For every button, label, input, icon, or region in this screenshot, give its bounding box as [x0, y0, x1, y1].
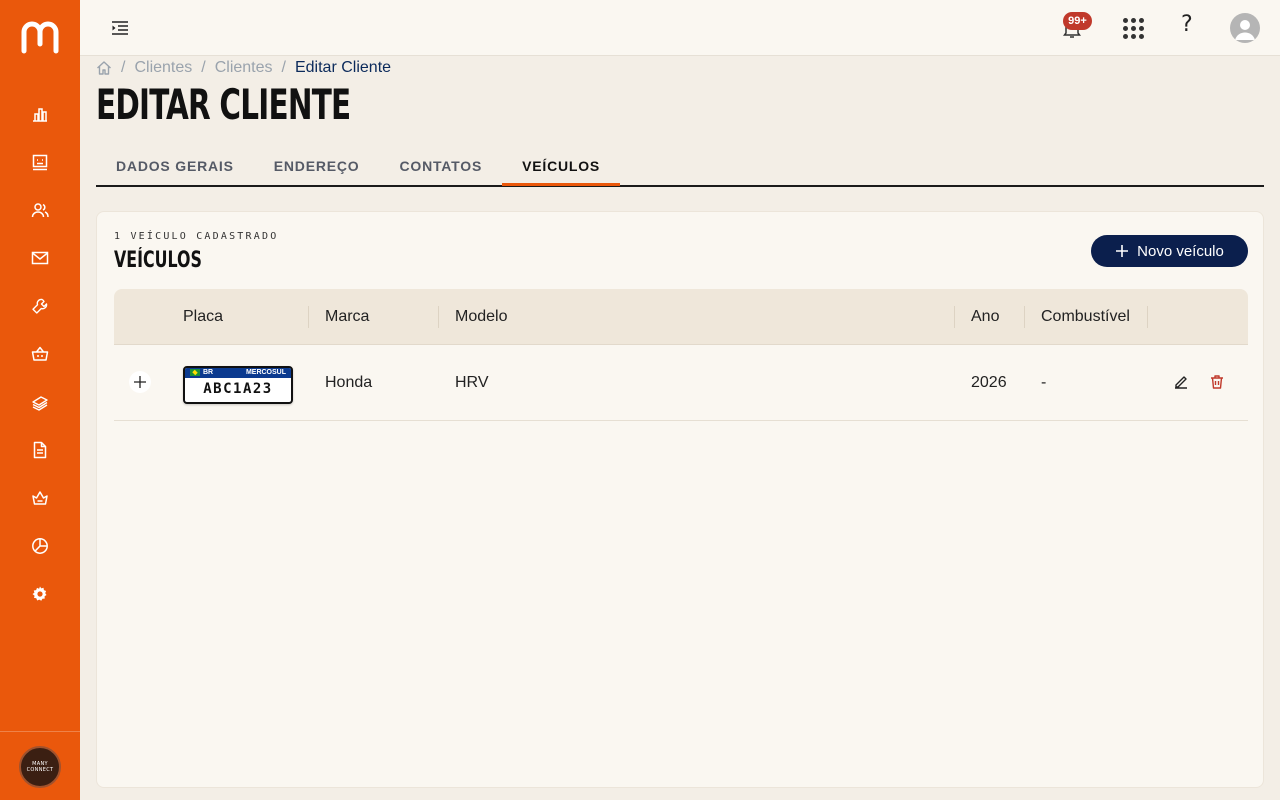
plate-region: MERCOSUL [245, 369, 286, 376]
apps-grid-dot [1131, 26, 1136, 31]
tab-dados-gerais[interactable]: DADOS GERAIS [96, 146, 254, 185]
notification-count-badge: 99+ [1063, 12, 1092, 30]
tab-endereco[interactable]: ENDEREÇO [254, 146, 380, 185]
apps-grid-dot [1139, 26, 1144, 31]
chart-bar-icon [33, 108, 47, 122]
apps-grid-dot [1123, 18, 1128, 23]
wrench-icon [32, 298, 48, 314]
sidebar-item-dashboard[interactable] [28, 102, 52, 126]
logo-m-icon [21, 21, 59, 54]
breadcrumb-separator: / [281, 59, 286, 76]
sidebar-item-board[interactable] [28, 150, 52, 174]
tab-veiculos[interactable]: VEÍCULOS [502, 146, 621, 186]
question-mark-icon: ? [1181, 12, 1193, 37]
app-logo[interactable] [20, 18, 60, 54]
trash-icon [1211, 375, 1223, 389]
column-header-modelo[interactable]: Modelo [455, 289, 507, 345]
breadcrumb-separator: / [201, 59, 206, 76]
apps-grid-dot [1131, 34, 1136, 39]
edit-button[interactable] [1172, 373, 1190, 391]
apps-grid-button[interactable] [1122, 17, 1144, 39]
column-divider [308, 306, 309, 328]
column-divider [438, 306, 439, 328]
tab-contatos[interactable]: CONTATOS [379, 146, 502, 185]
plate-country: BR [190, 368, 213, 378]
delete-button[interactable] [1208, 373, 1226, 391]
cell-combustivel: - [1041, 374, 1047, 391]
users-icon [31, 203, 49, 218]
column-header-ano[interactable]: Ano [971, 289, 999, 345]
new-vehicle-button-label: Novo veículo [1137, 242, 1224, 260]
breadcrumb-item[interactable]: Clientes [215, 59, 273, 77]
gear-icon [32, 586, 47, 601]
plus-icon [1116, 245, 1129, 257]
sidebar-item-settings[interactable] [28, 582, 52, 606]
document-icon [33, 441, 47, 459]
table-row: BR MERCOSUL ABC1A23 Honda HRV 2026 - [114, 345, 1248, 421]
pie-chart-icon [32, 538, 48, 554]
apps-grid-dot [1139, 34, 1144, 39]
help-button[interactable]: ? [1181, 12, 1193, 37]
sidebar-item-sales[interactable] [28, 342, 52, 366]
plate-number: ABC1A23 [203, 381, 273, 397]
pencil-icon [1175, 376, 1187, 389]
column-divider [1147, 306, 1148, 328]
basket-icon [31, 346, 49, 361]
table-header: Placa Marca Modelo Ano Combustível [114, 289, 1248, 345]
sidebar-divider [0, 731, 80, 732]
page-title: EDITAR CLIENTE [96, 80, 351, 129]
cell-modelo: HRV [455, 374, 489, 391]
plate-header: BR MERCOSUL [185, 368, 291, 378]
crown-basket-icon [32, 491, 48, 505]
sidebar-item-purchases[interactable] [28, 486, 52, 510]
column-divider [954, 306, 955, 328]
breadcrumb-current: Editar Cliente [294, 59, 392, 76]
apps-grid-dot [1123, 26, 1128, 31]
license-plate: BR MERCOSUL ABC1A23 [183, 366, 293, 404]
money-icon [32, 396, 48, 411]
company-avatar-line2: CONNECT [26, 767, 54, 773]
breadcrumb-item[interactable]: Clientes [134, 59, 192, 77]
sidebar-item-reports[interactable] [28, 534, 52, 558]
user-avatar[interactable] [1230, 13, 1260, 43]
sidebar-item-messages[interactable] [28, 246, 52, 270]
mail-icon [31, 251, 49, 265]
sidebar: MANY CONNECT [0, 0, 80, 800]
vehicles-table: Placa Marca Modelo Ano Combustível BR ME… [114, 289, 1248, 421]
topbar: 99+ ? [80, 0, 1280, 56]
apps-grid-dot [1131, 18, 1136, 23]
company-avatar[interactable]: MANY CONNECT [19, 746, 61, 788]
apps-grid-dot [1139, 18, 1144, 23]
vehicle-count-label: 1 VEÍCULO CADASTRADO [114, 231, 279, 242]
sidebar-item-services[interactable] [28, 294, 52, 318]
sidebar-item-documents[interactable] [28, 438, 52, 462]
plus-icon [134, 376, 146, 388]
cell-marca: Honda [325, 374, 373, 391]
menu-indent-icon [112, 21, 128, 35]
column-header-placa[interactable]: Placa [183, 289, 223, 345]
breadcrumb: / Clientes / Clientes / Editar Cliente [96, 58, 391, 78]
home-icon[interactable] [96, 60, 112, 76]
apps-grid-dot [1123, 34, 1128, 39]
breadcrumb-separator: / [121, 59, 126, 76]
column-header-combustivel[interactable]: Combustível [1041, 289, 1130, 345]
tab-bar: DADOS GERAIS ENDEREÇO CONTATOS VEÍCULOS [96, 146, 1264, 187]
expand-row-button[interactable] [129, 371, 151, 393]
sidebar-item-finance[interactable] [28, 390, 52, 414]
column-header-marca[interactable]: Marca [325, 289, 369, 345]
sidebar-toggle-button[interactable] [108, 16, 132, 40]
cell-ano: 2026 [971, 374, 1007, 391]
section-title: VEÍCULOS [114, 248, 202, 273]
brazil-flag-icon [190, 368, 200, 376]
vehicles-card: 1 VEÍCULO CADASTRADO VEÍCULOS Novo veícu… [96, 211, 1264, 788]
board-icon [32, 154, 48, 171]
sidebar-item-users[interactable] [28, 198, 52, 222]
user-icon [1235, 20, 1255, 40]
column-divider [1024, 306, 1025, 328]
new-vehicle-button[interactable]: Novo veículo [1091, 235, 1248, 267]
